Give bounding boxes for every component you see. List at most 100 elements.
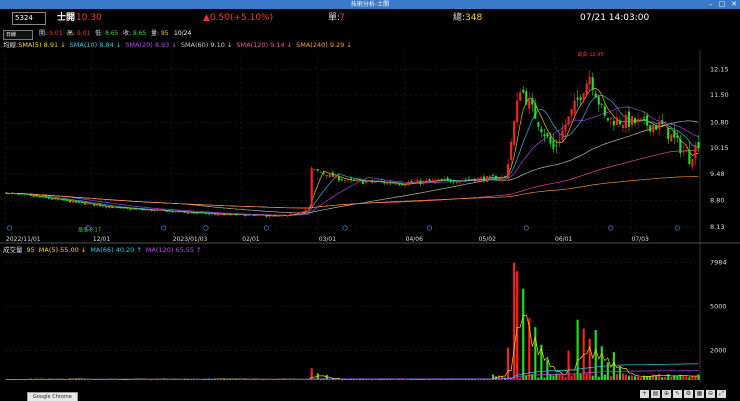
candle-body bbox=[679, 138, 682, 154]
volume-bar bbox=[368, 379, 371, 380]
volume-series bbox=[5, 262, 700, 381]
candle-body bbox=[434, 180, 437, 182]
candle-body bbox=[540, 128, 543, 133]
candle-body bbox=[99, 204, 102, 207]
moving-average-lines bbox=[6, 88, 699, 217]
candle-body bbox=[210, 213, 214, 215]
event-marker-icon bbox=[608, 225, 614, 231]
chart-canvas[interactable]: 12.15 11.50 10.80 10.15 9.48 8.80 8.13 7984 5000… bbox=[0, 0, 740, 401]
volume-bar bbox=[168, 379, 171, 381]
candle-body bbox=[232, 214, 235, 215]
volume-bar bbox=[549, 374, 552, 380]
candle-body bbox=[455, 181, 458, 183]
candle-body bbox=[256, 215, 259, 216]
candle-body bbox=[603, 106, 606, 116]
volume-bar bbox=[600, 346, 603, 380]
date-tick-label: 02/01 bbox=[242, 236, 259, 243]
settings-icon[interactable]: ⚙ bbox=[684, 390, 693, 398]
candle-body bbox=[374, 182, 377, 183]
candle-body bbox=[322, 172, 325, 174]
price-tick-label: 12.15 bbox=[710, 66, 729, 74]
candle-body bbox=[437, 179, 440, 181]
price-tick-label: 8.80 bbox=[710, 197, 724, 205]
candle-body bbox=[289, 213, 292, 216]
volume-bar bbox=[522, 288, 525, 380]
candle-body bbox=[292, 212, 295, 214]
candle-body bbox=[84, 203, 87, 205]
candle-body bbox=[519, 92, 522, 101]
volume-bar bbox=[519, 377, 522, 380]
volume-tick-label: 7984 bbox=[710, 259, 727, 267]
candle-body bbox=[295, 213, 298, 214]
candle-body bbox=[558, 141, 561, 142]
candle-body bbox=[183, 212, 186, 213]
volume-bar bbox=[682, 375, 685, 380]
event-marker-icon bbox=[203, 225, 209, 231]
chart-toolbar: + ▤ ⊕ ↖ ⚙ ▦ ⊖ ⤢ bbox=[640, 390, 726, 400]
candle-body bbox=[250, 214, 253, 216]
candle-body bbox=[516, 100, 519, 123]
taskbar-hint[interactable]: Google Chrome bbox=[27, 392, 78, 401]
candle-body bbox=[286, 214, 289, 217]
print-icon[interactable]: ▤ bbox=[651, 390, 660, 398]
candle-body bbox=[156, 209, 159, 211]
zoom-out-icon[interactable]: ⊖ bbox=[706, 390, 715, 398]
candle-body bbox=[271, 215, 274, 217]
zoom-in-icon[interactable]: ⊕ bbox=[662, 390, 671, 398]
candle-body bbox=[525, 91, 528, 105]
candle-body bbox=[386, 182, 389, 185]
app-window: 技術分析-士開 – □ ✕ 5324 士開 10.30 ▲0.50(+5.10%… bbox=[0, 0, 740, 401]
candle-body bbox=[673, 130, 676, 138]
volume-bar bbox=[410, 379, 413, 381]
volume-bar bbox=[573, 373, 576, 380]
volume-bar bbox=[618, 366, 621, 380]
candle-body bbox=[670, 134, 673, 142]
candle-body bbox=[682, 150, 685, 153]
volume-bar bbox=[697, 374, 700, 380]
candle-body bbox=[576, 97, 579, 100]
candle-body bbox=[395, 184, 398, 186]
candle-body bbox=[507, 163, 510, 178]
candle-body bbox=[422, 180, 425, 184]
candle-body bbox=[488, 175, 492, 177]
candle-body bbox=[413, 181, 416, 183]
expand-icon[interactable]: ⤢ bbox=[717, 390, 726, 398]
volume-bar bbox=[609, 376, 612, 380]
volume-bar bbox=[633, 376, 637, 380]
candle-body bbox=[44, 196, 47, 198]
candle-body bbox=[570, 109, 573, 116]
volume-bar bbox=[452, 379, 455, 380]
volume-bar bbox=[670, 376, 673, 380]
candle-body bbox=[636, 119, 640, 123]
volume-bar bbox=[603, 374, 606, 380]
candle-body bbox=[207, 213, 211, 215]
candle-body bbox=[108, 206, 111, 208]
price-tick-label: 11.50 bbox=[710, 91, 729, 99]
cursor-icon[interactable]: ↖ bbox=[673, 390, 682, 398]
candle-body bbox=[501, 176, 504, 180]
candle-body bbox=[612, 120, 615, 126]
volume-bar bbox=[286, 379, 289, 381]
candle-body bbox=[192, 212, 195, 214]
grid-icon[interactable]: ▦ bbox=[695, 390, 704, 398]
volume-bar bbox=[552, 375, 555, 380]
candle-body bbox=[573, 100, 576, 114]
candle-body bbox=[401, 183, 404, 185]
candle-body bbox=[691, 159, 694, 167]
candle-body bbox=[479, 177, 482, 179]
cross-icon[interactable]: + bbox=[640, 390, 649, 398]
candle-body bbox=[68, 200, 72, 203]
volume-bar bbox=[310, 368, 313, 380]
candle-body bbox=[11, 192, 14, 194]
event-marker-icon bbox=[161, 225, 167, 231]
date-tick-label: 2023/01/03 bbox=[173, 236, 208, 243]
candle-body bbox=[138, 208, 141, 210]
candle-body bbox=[201, 212, 204, 214]
candle-body bbox=[458, 180, 461, 183]
price-tick-label: 8.13 bbox=[710, 223, 724, 231]
volume-bar bbox=[114, 379, 117, 381]
candle-body bbox=[464, 179, 467, 181]
volume-bar bbox=[250, 379, 253, 381]
candle-body bbox=[467, 178, 470, 180]
candle-body bbox=[443, 178, 446, 180]
